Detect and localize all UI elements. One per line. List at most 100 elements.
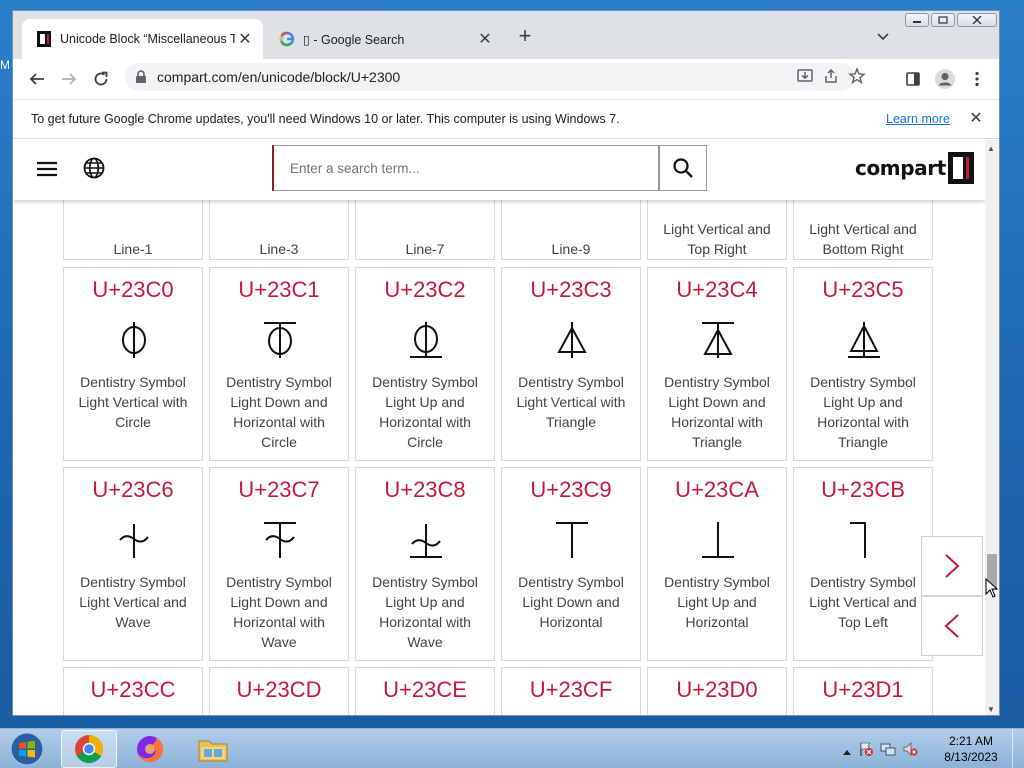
symbol-name: Dentistry Symbol Light Vertical and Top … xyxy=(809,574,917,630)
compart-logo[interactable]: compart xyxy=(855,152,974,184)
symbol-name: Light Vertical and Top Right xyxy=(663,221,771,257)
search-icon xyxy=(673,158,693,178)
previous-block-button[interactable] xyxy=(921,596,983,656)
symbol-name: Dentistry Symbol Light Up and Horizontal… xyxy=(372,574,478,650)
infobar-message: To get future Google Chrome updates, you… xyxy=(31,112,620,126)
lock-icon[interactable] xyxy=(135,70,147,84)
symbol-card[interactable]: U+23C9 Dentistry Symbol Light Down and H… xyxy=(501,467,641,661)
symbol-code: U+23C4 xyxy=(676,277,758,302)
forward-button[interactable] xyxy=(53,63,85,95)
close-window-button[interactable] xyxy=(957,13,997,27)
symbol-grid: Line-1 Line-3 Line-7 Line-9 Light Vertic… xyxy=(13,140,985,715)
start-button[interactable] xyxy=(4,730,50,768)
symbol-card[interactable]: U+23CA Dentistry Symbol Light Up and Hor… xyxy=(647,467,787,661)
minimize-button[interactable] xyxy=(905,13,929,27)
network-icon[interactable] xyxy=(880,741,896,762)
kebab-menu-icon[interactable] xyxy=(961,63,993,95)
tab-search-chevron-icon[interactable] xyxy=(873,27,893,47)
symbol-name: Dentistry Symbol Light Up and Horizontal… xyxy=(810,374,916,450)
site-search-input[interactable] xyxy=(274,146,658,190)
scroll-down-arrow-icon[interactable]: ▼ xyxy=(987,705,995,714)
tab-title: ▯ - Google Search xyxy=(303,32,405,47)
symbol-name: Dentistry Symbol Light Vertical with Cir… xyxy=(78,374,188,430)
symbol-card[interactable]: U+23CC xyxy=(63,667,203,715)
symbol-card[interactable]: U+23C0 Dentistry Symbol Light Vertical w… xyxy=(63,267,203,461)
dentistry-vertical-triangle-glyph xyxy=(557,322,587,358)
symbol-card[interactable]: U+23C4 Dentistry Symbol Light Down and H… xyxy=(647,267,787,461)
symbol-card[interactable]: U+23C6 Dentistry Symbol Light Vertical a… xyxy=(63,467,203,661)
new-tab-button[interactable]: + xyxy=(513,25,537,49)
symbol-card[interactable]: U+23CB Dentistry Symbol Light Vertical a… xyxy=(793,467,933,661)
taskbar-firefox-button[interactable] xyxy=(122,730,178,768)
symbol-name: Line-7 xyxy=(405,241,445,257)
update-infobar: To get future Google Chrome updates, you… xyxy=(13,99,999,139)
scroll-up-arrow-icon[interactable]: ▲ xyxy=(987,144,995,153)
show-hidden-icons-arrow-icon[interactable] xyxy=(842,743,852,761)
dentistry-down-horizontal-wave-glyph xyxy=(264,522,296,558)
symbol-code: U+23C7 xyxy=(238,477,320,502)
symbol-card[interactable]: U+23CD xyxy=(209,667,349,715)
url-text[interactable]: compart.com/en/unicode/block/U+2300 xyxy=(157,69,400,85)
close-tab-icon[interactable]: ✕ xyxy=(475,29,495,49)
taskbar-clock[interactable]: 2:21 AM 8/13/2023 xyxy=(936,733,1006,765)
dentistry-vertical-circle-glyph xyxy=(122,322,146,358)
dentistry-down-horizontal-circle-glyph xyxy=(264,322,296,358)
chevron-right-icon xyxy=(945,554,960,578)
learn-more-link[interactable]: Learn more xyxy=(886,112,950,126)
taskbar-chrome-button[interactable] xyxy=(61,730,117,768)
tab-strip: Unicode Block “Miscellaneous Te ✕ ▯ - Go… xyxy=(13,11,999,59)
symbol-code: U+23CA xyxy=(675,477,759,502)
symbol-card[interactable]: U+23D0 xyxy=(647,667,787,715)
clock-time: 2:21 AM xyxy=(948,734,994,748)
volume-muted-icon[interactable] xyxy=(902,741,918,762)
symbol-card[interactable]: U+23C5 Dentistry Symbol Light Up and Hor… xyxy=(793,267,933,461)
action-center-flag-icon[interactable] xyxy=(858,741,874,762)
symbol-name: Line-1 xyxy=(113,241,153,257)
symbol-code: U+23C3 xyxy=(530,277,612,302)
hamburger-menu-icon[interactable] xyxy=(35,157,59,181)
show-desktop-button[interactable] xyxy=(1012,729,1024,768)
google-icon xyxy=(279,31,295,47)
symbol-name: Dentistry Symbol Light Down and Horizont… xyxy=(226,374,332,450)
taskbar-file-explorer-button[interactable] xyxy=(185,730,241,768)
bookmark-star-icon[interactable] xyxy=(848,67,866,90)
page-scrollbar[interactable]: ▲ ▼ xyxy=(985,140,999,715)
symbol-card[interactable]: U+23C1 Dentistry Symbol Light Down and H… xyxy=(209,267,349,461)
search-button[interactable] xyxy=(659,145,707,191)
system-tray xyxy=(842,741,918,762)
globe-language-icon[interactable] xyxy=(82,156,106,180)
mouse-cursor-icon xyxy=(985,578,999,598)
logo-text: compart xyxy=(855,156,946,180)
address-bar[interactable]: compart.com/en/unicode/block/U+2300 xyxy=(125,63,855,91)
maximize-button[interactable] xyxy=(931,13,955,27)
side-panel-icon[interactable] xyxy=(897,63,929,95)
next-block-button[interactable] xyxy=(921,536,983,596)
symbol-card[interactable]: U+23CF xyxy=(501,667,641,715)
share-icon[interactable] xyxy=(822,67,840,90)
install-app-icon[interactable] xyxy=(796,67,814,90)
symbol-card[interactable]: U+23C8 Dentistry Symbol Light Up and Hor… xyxy=(355,467,495,661)
symbol-code: U+23C1 xyxy=(238,277,320,302)
symbol-name: Line-3 xyxy=(259,241,299,257)
tab-unicode-block[interactable]: Unicode Block “Miscellaneous Te ✕ xyxy=(22,19,263,59)
symbol-card[interactable]: U+23D1 xyxy=(793,667,933,715)
close-tab-icon[interactable]: ✕ xyxy=(235,29,255,49)
symbol-card[interactable]: U+23C3 Dentistry Symbol Light Vertical w… xyxy=(501,267,641,461)
symbol-card[interactable]: U+23C7 Dentistry Symbol Light Down and H… xyxy=(209,467,349,661)
tab-title: Unicode Block “Miscellaneous Te xyxy=(60,32,235,46)
compart-icon xyxy=(36,31,52,47)
symbol-card[interactable]: U+23C2 Dentistry Symbol Light Up and Hor… xyxy=(355,267,495,461)
symbol-name: Line-9 xyxy=(551,241,591,257)
symbol-card[interactable]: U+23CE xyxy=(355,667,495,715)
reload-button[interactable] xyxy=(85,63,117,95)
profile-avatar-icon[interactable] xyxy=(929,63,961,95)
symbol-code: U+23D0 xyxy=(676,677,758,702)
tab-google-search[interactable]: ▯ - Google Search ✕ xyxy=(265,19,503,59)
back-button[interactable] xyxy=(21,63,53,95)
symbol-code: U+23CB xyxy=(821,477,905,502)
dentistry-down-horizontal-triangle-glyph xyxy=(702,322,734,358)
chevron-left-icon xyxy=(944,614,959,638)
infobar-close-icon[interactable]: ✕ xyxy=(966,108,986,128)
omnibox-actions xyxy=(796,67,866,90)
symbol-code: U+23C6 xyxy=(92,477,174,502)
